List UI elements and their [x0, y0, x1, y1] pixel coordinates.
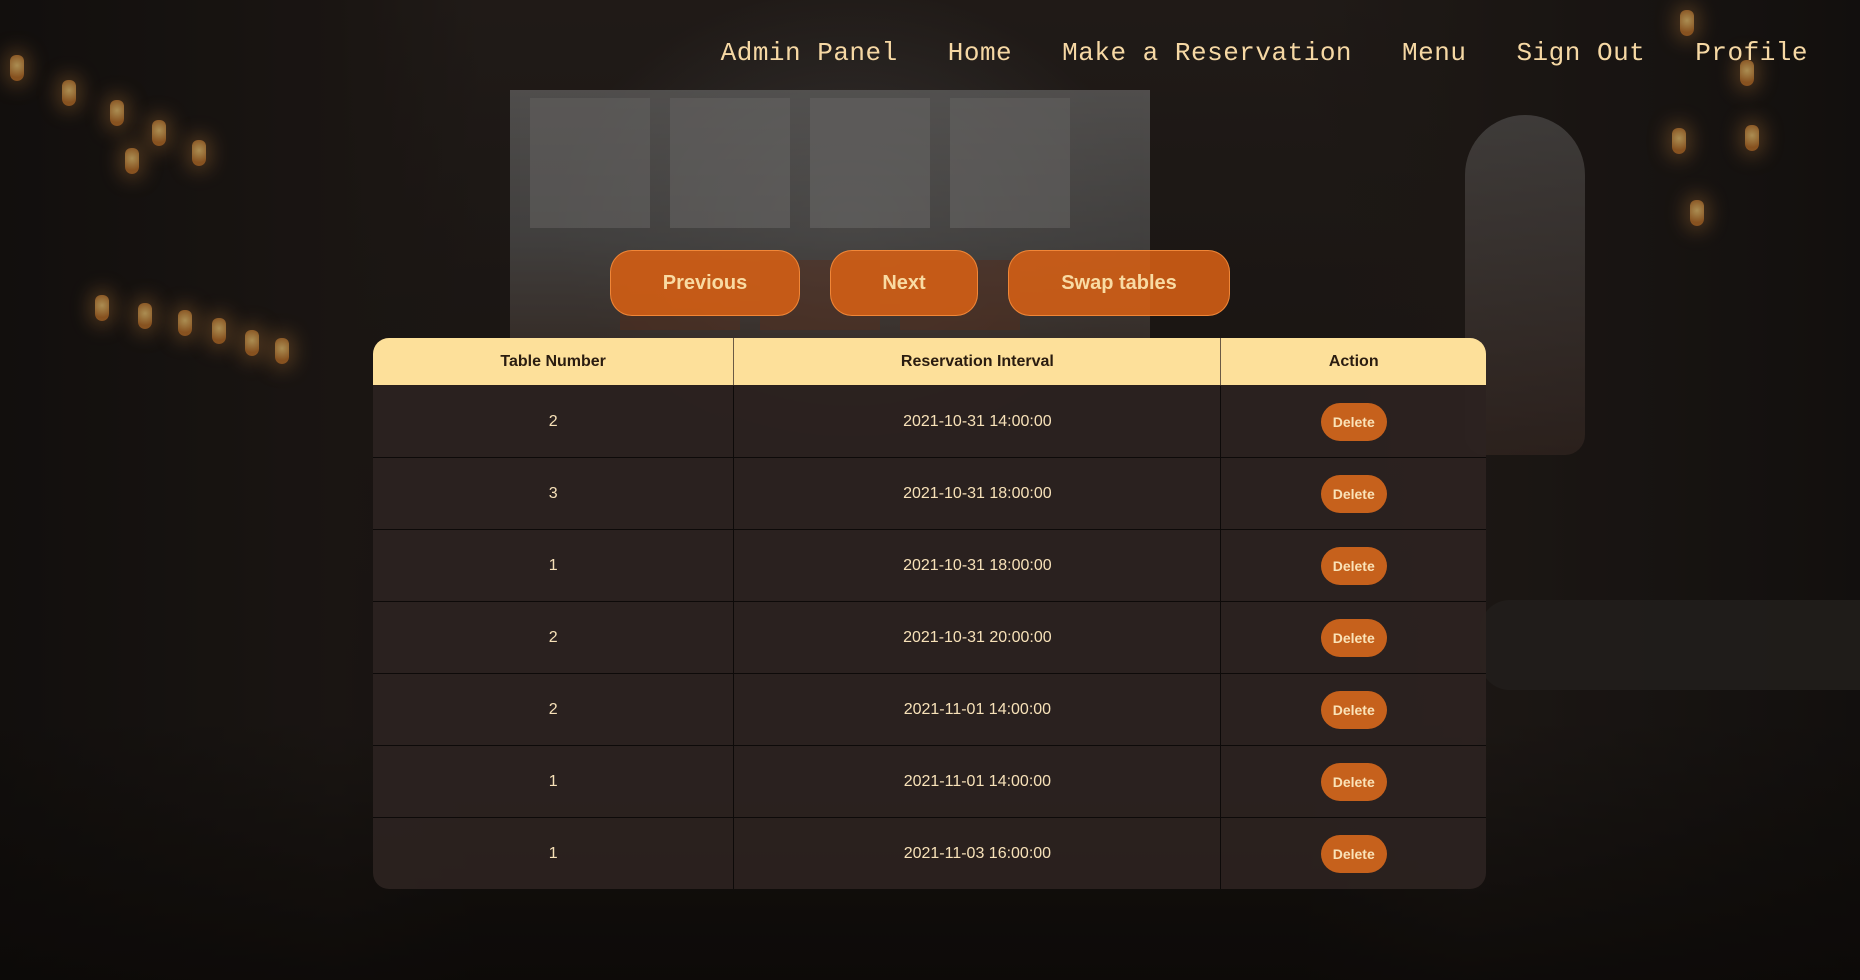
cell-reservation-interval: 2021-11-01 14:00:00	[733, 673, 1222, 746]
cell-table-number: 1	[373, 745, 735, 818]
cell-table-number: 1	[373, 817, 735, 889]
cell-action: Delete	[1220, 529, 1486, 602]
cell-table-number: 3	[373, 457, 735, 530]
nav-profile[interactable]: Profile	[1695, 38, 1808, 68]
nav-menu[interactable]: Menu	[1402, 38, 1466, 68]
cell-reservation-interval: 2021-10-31 18:00:00	[733, 529, 1222, 602]
cell-reservation-interval: 2021-10-31 20:00:00	[733, 601, 1222, 674]
header-action: Action	[1220, 338, 1486, 386]
delete-button[interactable]: Delete	[1320, 402, 1387, 441]
table-header-row: Table Number Reservation Interval Action	[373, 338, 1486, 386]
top-nav: Admin Panel Home Make a Reservation Menu…	[721, 38, 1808, 68]
cell-table-number: 2	[373, 673, 735, 746]
cell-action: Delete	[1220, 673, 1486, 746]
table-row: 1 2021-11-01 14:00:00 Delete	[373, 745, 1486, 818]
table-row: 3 2021-10-31 18:00:00 Delete	[373, 457, 1486, 530]
cell-table-number: 1	[373, 529, 735, 602]
swap-tables-button[interactable]: Swap tables	[1008, 250, 1230, 316]
cell-table-number: 2	[373, 385, 735, 458]
delete-button[interactable]: Delete	[1320, 474, 1387, 513]
delete-button[interactable]: Delete	[1320, 762, 1387, 801]
table-row: 2 2021-11-01 14:00:00 Delete	[373, 673, 1486, 746]
pagination-controls: Previous Next Swap tables	[0, 250, 1860, 318]
cell-action: Delete	[1220, 745, 1486, 818]
header-table-number: Table Number	[373, 338, 735, 386]
header-reservation-interval: Reservation Interval	[733, 338, 1222, 386]
cell-reservation-interval: 2021-11-03 16:00:00	[733, 817, 1222, 889]
cell-action: Delete	[1220, 385, 1486, 458]
cell-action: Delete	[1220, 457, 1486, 530]
cell-table-number: 2	[373, 601, 735, 674]
cell-action: Delete	[1220, 601, 1486, 674]
cell-action: Delete	[1220, 817, 1486, 889]
nav-home[interactable]: Home	[948, 38, 1012, 68]
table-row: 1 2021-11-03 16:00:00 Delete	[373, 817, 1486, 889]
delete-button[interactable]: Delete	[1320, 546, 1387, 585]
table-row: 2 2021-10-31 20:00:00 Delete	[373, 601, 1486, 674]
delete-button[interactable]: Delete	[1320, 690, 1387, 729]
cell-reservation-interval: 2021-11-01 14:00:00	[733, 745, 1222, 818]
nav-admin-panel[interactable]: Admin Panel	[721, 38, 898, 68]
nav-sign-out[interactable]: Sign Out	[1516, 38, 1645, 68]
nav-make-reservation[interactable]: Make a Reservation	[1062, 38, 1352, 68]
cell-reservation-interval: 2021-10-31 18:00:00	[733, 457, 1222, 530]
reservations-table: Table Number Reservation Interval Action…	[373, 338, 1486, 889]
cell-reservation-interval: 2021-10-31 14:00:00	[733, 385, 1222, 458]
previous-button[interactable]: Previous	[610, 250, 800, 316]
table-row: 2 2021-10-31 14:00:00 Delete	[373, 385, 1486, 458]
next-button[interactable]: Next	[830, 250, 978, 316]
delete-button[interactable]: Delete	[1320, 618, 1387, 657]
delete-button[interactable]: Delete	[1320, 834, 1387, 873]
table-row: 1 2021-10-31 18:00:00 Delete	[373, 529, 1486, 602]
